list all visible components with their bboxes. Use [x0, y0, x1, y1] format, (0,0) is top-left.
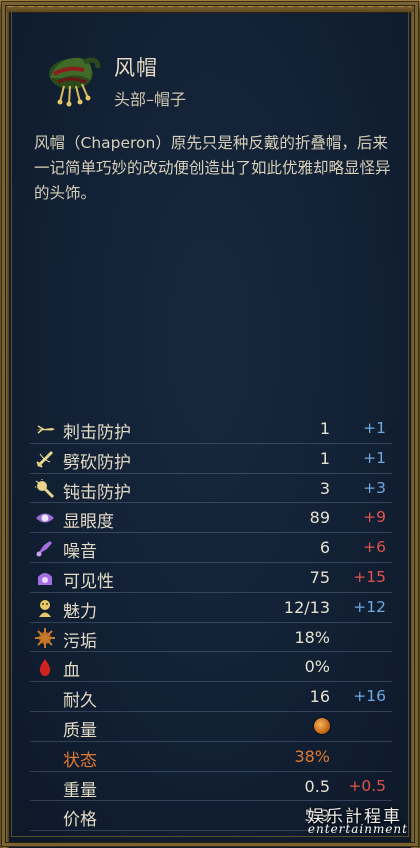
stat-bonus: +1 — [363, 419, 386, 437]
watermark: 娱乐計程車 entertainment — [260, 802, 410, 842]
stat-bonus: +3 — [363, 478, 386, 497]
stat-value: 0.5 — [304, 776, 330, 796]
stat-label: 刺击防护 — [63, 423, 131, 443]
stats-list: 刺击防护 1 +1 劈砍防护 1 +1 钝击防护 3 +3 显眼度 89 +9 … — [30, 414, 392, 832]
stat-value: 38% — [294, 746, 330, 766]
stat-bonus: +1 — [363, 448, 386, 467]
stat-value: 1 — [319, 419, 330, 438]
stat-row-condition: 状态 38% — [30, 742, 392, 772]
stat-row-blood: 血 0% — [30, 652, 392, 683]
stat-row-slash-protection: 劈砍防护 1 +1 — [30, 444, 392, 474]
stat-bonus: +16 — [353, 687, 386, 706]
stat-bonus: +15 — [353, 567, 386, 586]
blood-icon — [39, 659, 51, 677]
dirt-icon — [35, 627, 55, 648]
stat-bonus: +9 — [363, 508, 386, 527]
stat-label: 状态 — [63, 750, 97, 771]
stat-row-dirt: 污垢 18% — [30, 623, 392, 653]
panel-left-border — [0, 12, 9, 848]
stat-label: 劈砍防护 — [63, 452, 131, 473]
stat-row-stab-protection: 刺击防护 1 +1 — [30, 414, 392, 444]
stat-bonus: +12 — [353, 597, 386, 616]
stat-label: 质量 — [63, 720, 97, 741]
stat-label: 魅力 — [63, 601, 97, 622]
stat-value: 6 — [319, 538, 330, 558]
stat-value: 16 — [309, 687, 330, 707]
stat-value: 3 — [319, 478, 330, 498]
stat-row-quality: 质量 — [30, 712, 392, 742]
stat-label: 价格 — [63, 810, 97, 831]
charisma-icon — [39, 599, 51, 617]
stat-value: 0% — [304, 657, 330, 677]
blunt-icon — [35, 478, 55, 498]
quality-coin-icon — [314, 717, 330, 734]
stat-label: 噪音 — [63, 542, 97, 563]
stat-label: 重量 — [63, 780, 97, 801]
watermark-en: entertainment — [307, 822, 408, 836]
panel-right-border — [411, 12, 420, 848]
stat-value: 89 — [309, 508, 330, 528]
stat-row-durability: 耐久 16 +16 — [30, 682, 392, 712]
stat-value: 75 — [309, 567, 330, 587]
slash-icon — [36, 450, 54, 468]
stat-row-noise: 噪音 6 +6 — [30, 533, 392, 563]
stat-label: 钝击防护 — [63, 482, 131, 503]
conspicuousness-icon — [36, 513, 54, 523]
panel-top-border — [0, 0, 420, 13]
stat-row-charisma: 魅力 12/13 +12 — [30, 593, 392, 623]
stab-icon — [36, 425, 55, 434]
stat-label: 显眼度 — [63, 512, 114, 533]
item-name: 风帽 — [114, 56, 158, 80]
item-type: 头部–帽子 — [114, 90, 187, 109]
stat-row-weight: 重量 0.5 +0.5 — [30, 772, 392, 802]
item-tooltip-panel: 风帽 头部–帽子 风帽（Chaperon）原先只是种反戴的折叠帽，后来一记简单巧… — [0, 0, 420, 848]
stat-value: 18% — [294, 627, 330, 647]
stat-label: 血 — [63, 661, 80, 682]
stat-bonus: +6 — [363, 538, 386, 557]
stat-label: 可见性 — [63, 571, 114, 592]
noise-icon — [36, 541, 52, 557]
item-description: 风帽（Chaperon）原先只是种反戴的折叠帽，后来一记简单巧妙的改动便创造出了… — [34, 134, 391, 202]
stat-bonus: +0.5 — [348, 776, 386, 795]
stat-row-blunt-protection: 钝击防护 3 +3 — [30, 474, 392, 504]
chaperon-hat-icon — [49, 57, 101, 107]
stat-label: 耐久 — [63, 691, 97, 712]
stat-value: 1 — [319, 448, 330, 468]
visibility-icon — [38, 572, 52, 585]
stat-value: 12/13 — [283, 597, 330, 617]
stat-row-conspicuousness: 显眼度 89 +9 — [30, 503, 392, 534]
stat-label: 污垢 — [63, 631, 97, 652]
stat-row-visibility: 可见性 75 +15 — [30, 563, 392, 593]
